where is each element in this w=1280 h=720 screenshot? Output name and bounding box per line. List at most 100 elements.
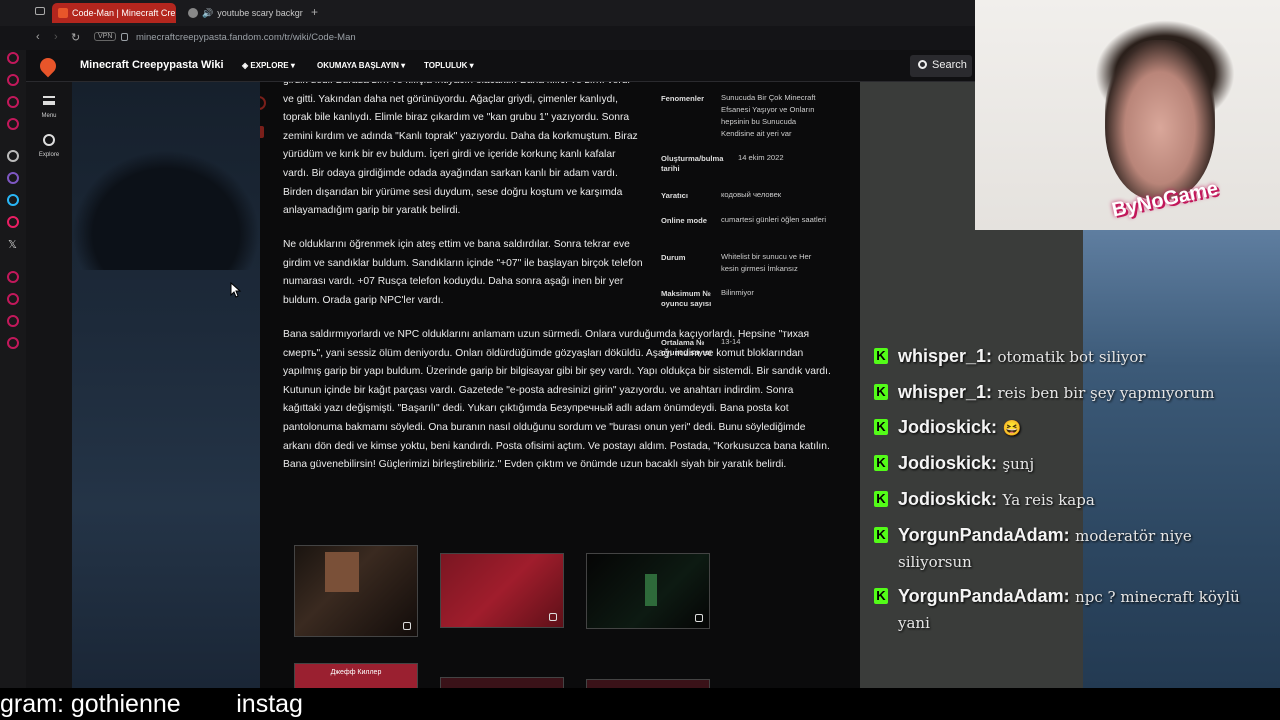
tab-label: youtube scary backgr <box>217 8 303 18</box>
expand-icon[interactable] <box>695 614 703 622</box>
search-label: Search <box>932 59 967 71</box>
infobox-label: Yaratıcı <box>661 191 689 200</box>
article-paragraph: Bana saldırmıyorlardı ve NPC olduklarını… <box>283 329 831 471</box>
wiki-title[interactable]: Minecraft Creepypasta Wiki <box>80 59 224 71</box>
nav-start-reading[interactable]: OKUMAYA BAŞLAYIN ▾ <box>317 61 405 70</box>
search-button[interactable]: Search <box>910 55 972 77</box>
wiki-header: Minecraft Creepypasta Wiki ◈ EXPLORE ▾ O… <box>26 50 975 82</box>
infobox-value: 14 ekim 2022 <box>738 153 784 162</box>
infobox-value: 13-14 <box>721 337 741 346</box>
sidebar-app-icon[interactable] <box>7 315 19 327</box>
infobox-label: Durum <box>661 253 686 262</box>
chat-username: Jodioskick: <box>898 489 998 509</box>
vpn-badge[interactable]: VPN <box>94 32 117 41</box>
article-content: girdik dedi. Burada zırh ve kılıçla ınti… <box>260 82 860 688</box>
reload-icon[interactable]: ↻ <box>71 31 80 44</box>
infobox-value: Sunucuda Bir Çok Minecraft Efsanesi Yaşı… <box>721 93 816 138</box>
chat-username: Jodioskick: <box>898 453 998 473</box>
kick-icon: K <box>874 384 888 400</box>
kick-icon: K <box>874 527 888 543</box>
share-icon[interactable] <box>260 96 266 110</box>
url-field[interactable]: minecraftcreepypasta.fandom.com/tr/wiki/… <box>136 32 356 43</box>
infobox-value: cumartesi günleri öğlen saatleri <box>721 215 827 224</box>
chat-username: whisper_1: <box>898 346 993 366</box>
chat-message: whisper_1: otomatik bot siliyor <box>898 343 1248 370</box>
gallery-image[interactable] <box>440 553 564 628</box>
social-ticker: gram: gothienne instag <box>0 688 1280 720</box>
sidebar-app-icon[interactable] <box>7 74 19 86</box>
chevron-down-icon: ▾ <box>467 61 474 70</box>
nav-explore-label: EXPLORE <box>250 61 289 70</box>
menu-icon[interactable] <box>43 96 55 105</box>
browser-sidebar: 𝕏 <box>0 0 26 688</box>
article-paragraph: girdik dedi. Burada zırh ve kılıçla ınti… <box>283 82 638 217</box>
search-icon <box>918 60 927 69</box>
explore-label[interactable]: Explore <box>26 152 72 158</box>
trash-icon[interactable] <box>260 126 264 138</box>
chat-message: whisper_1: reis ben bir şey yapmıyorum <box>898 379 1248 406</box>
expand-icon[interactable] <box>403 622 411 630</box>
forward-icon[interactable]: › <box>54 31 58 43</box>
new-tab-button[interactable]: + <box>311 5 318 19</box>
sidebar-app-icon[interactable] <box>7 52 19 64</box>
gallery-image[interactable] <box>586 679 710 688</box>
fandom-logo-icon[interactable] <box>36 54 60 78</box>
gallery-image[interactable] <box>294 545 418 637</box>
history-icon[interactable] <box>7 293 19 305</box>
chat-emote: 😆 <box>1002 419 1022 437</box>
lock-icon[interactable] <box>121 33 128 41</box>
chat-username: whisper_1: <box>898 382 993 402</box>
background-tree <box>72 150 260 270</box>
back-icon[interactable]: ‹ <box>36 31 40 43</box>
nav-explore[interactable]: ◈ EXPLORE ▾ <box>242 61 295 70</box>
chat-text: şunj <box>1002 455 1035 473</box>
settings-icon[interactable] <box>7 337 19 349</box>
sidebar-app-icon[interactable] <box>7 118 19 130</box>
chat-text: otomatik bot siliyor <box>997 348 1146 366</box>
nav-community-label: TOPLULUK <box>424 61 468 70</box>
kick-icon: K <box>874 588 888 604</box>
nav-community[interactable]: TOPLULUK ▾ <box>424 61 474 70</box>
gallery-figure <box>325 552 359 592</box>
infobox-label: Oluşturma/bulma tarihi <box>661 154 724 173</box>
chat-message: YorgunPandaAdam: npc ? minecraft köylü y… <box>898 583 1248 636</box>
globe-icon <box>188 8 198 18</box>
infobox-label: Ortalama № oyuncu sayısı <box>661 338 712 357</box>
gallery-image[interactable] <box>440 677 564 688</box>
infobox-label: Fenomenler <box>661 94 705 103</box>
sidebar-app-icon[interactable] <box>7 271 19 283</box>
explore-icon[interactable] <box>43 134 55 146</box>
chat-message: YorgunPandaAdam: moderatör niye siliyors… <box>898 522 1248 575</box>
webcam-face <box>1105 40 1215 200</box>
tab-island-icon[interactable] <box>35 7 45 15</box>
infobox-label: Online mode <box>661 216 707 225</box>
kick-icon: K <box>874 491 888 507</box>
telegram-icon[interactable] <box>7 194 19 206</box>
infobox-label: Maksimum № oyuncu sayısı <box>661 289 712 308</box>
expand-icon[interactable] <box>549 613 557 621</box>
kick-icon: K <box>874 348 888 364</box>
gallery-image[interactable] <box>586 553 710 629</box>
gallery-caption: Джефф Киллер <box>330 669 382 676</box>
twitch-icon[interactable] <box>7 172 19 184</box>
chat-message: Jodioskick: 😆 <box>898 414 1248 441</box>
gallery-image[interactable]: Джефф Киллер <box>294 663 418 688</box>
tab-label: Code-Man | Minecraft Cre <box>72 8 176 18</box>
address-bar: ‹ › ↻ VPN minecraftcreepypasta.fandom.co… <box>0 26 975 50</box>
chat-text: reis ben bir şey yapmıyorum <box>997 384 1215 402</box>
instagram-icon[interactable] <box>7 216 19 228</box>
kick-icon: K <box>874 419 888 435</box>
chat-text: Ya reis kapa <box>1002 491 1095 509</box>
chat-username: YorgunPandaAdam: <box>898 525 1070 545</box>
fandom-favicon-icon <box>58 8 68 18</box>
menu-label[interactable]: Menu <box>26 113 72 119</box>
sidebar-app-icon[interactable] <box>7 96 19 108</box>
chat-username: YorgunPandaAdam: <box>898 586 1070 606</box>
gallery-creeper <box>645 574 657 606</box>
chatgpt-icon[interactable] <box>7 150 19 162</box>
tab-youtube[interactable]: 🔊 youtube scary backgr <box>182 3 306 23</box>
chat-username: Jodioskick: <box>898 417 998 437</box>
tab-code-man[interactable]: Code-Man | Minecraft Cre <box>52 3 176 23</box>
x-icon[interactable]: 𝕏 <box>8 238 17 251</box>
nav-start-reading-label: OKUMAYA BAŞLAYIN <box>317 61 399 70</box>
